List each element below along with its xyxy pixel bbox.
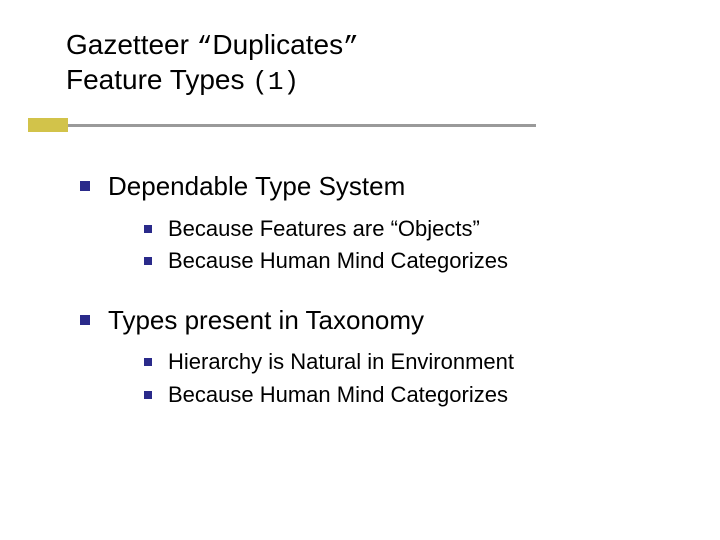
sub-list: Hierarchy is Natural in Environment Beca… [144, 348, 660, 409]
title-line-2: Feature Types (1) [66, 63, 359, 98]
bullet-text: Because Features are “Objects” [168, 215, 480, 244]
title-line-1: Gazetteer “Duplicates” [66, 28, 359, 63]
square-bullet-icon [144, 391, 152, 399]
underline-accent [28, 118, 68, 132]
bullet-level2: Hierarchy is Natural in Environment [144, 348, 660, 377]
bullet-text: Types present in Taxonomy [108, 304, 424, 337]
title-underline [0, 118, 720, 136]
bullet-level2: Because Features are “Objects” [144, 215, 660, 244]
slide: Gazetteer “Duplicates” Feature Types (1)… [0, 0, 720, 540]
title-text: Feature Types [66, 64, 252, 95]
square-bullet-icon [144, 358, 152, 366]
bullet-text: Dependable Type System [108, 170, 405, 203]
title-text: Duplicates [212, 29, 343, 60]
bullet-text: Because Human Mind Categorizes [168, 247, 508, 276]
bullet-text: Because Human Mind Categorizes [168, 381, 508, 410]
content-area: Dependable Type System Because Features … [80, 170, 660, 437]
square-bullet-icon [144, 257, 152, 265]
title-part-number: (1) [252, 67, 299, 97]
slide-title: Gazetteer “Duplicates” Feature Types (1) [66, 28, 359, 98]
square-bullet-icon [80, 315, 90, 325]
square-bullet-icon [80, 181, 90, 191]
bullet-level1: Dependable Type System [80, 170, 660, 203]
bullet-level1: Types present in Taxonomy [80, 304, 660, 337]
sub-list: Because Features are “Objects” Because H… [144, 215, 660, 276]
title-quote-close: ” [343, 32, 359, 62]
title-quote-open: “ [197, 32, 213, 62]
title-text: Gazetteer [66, 29, 197, 60]
bullet-level2: Because Human Mind Categorizes [144, 381, 660, 410]
bullet-text: Hierarchy is Natural in Environment [168, 348, 514, 377]
bullet-level2: Because Human Mind Categorizes [144, 247, 660, 276]
square-bullet-icon [144, 225, 152, 233]
underline-bar [66, 124, 536, 127]
